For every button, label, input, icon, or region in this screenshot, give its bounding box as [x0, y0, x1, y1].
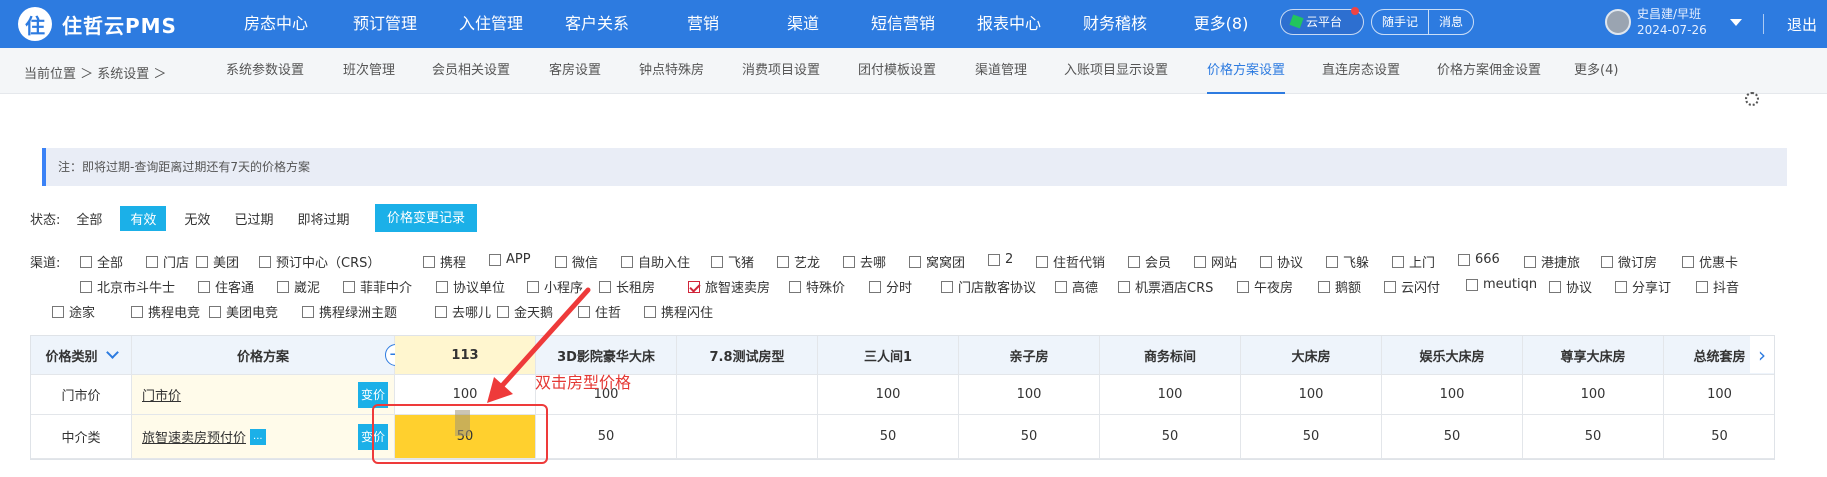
annotation-highlight-box — [372, 404, 548, 464]
annotation-text: 双击房型价格 — [535, 373, 632, 392]
annotation-arrow — [487, 287, 591, 403]
